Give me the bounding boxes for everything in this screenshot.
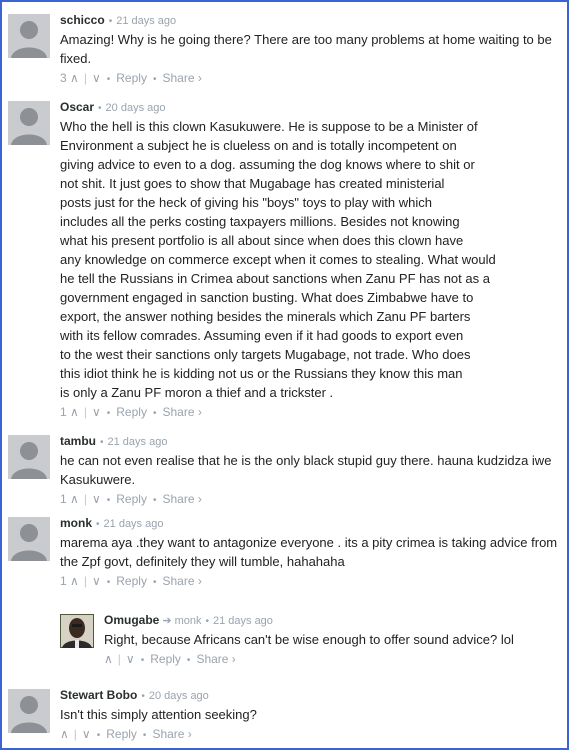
downvote-icon[interactable]: ∨ bbox=[92, 574, 101, 588]
comment-text-line: what his present portfolio is all about … bbox=[60, 233, 464, 248]
author-name[interactable]: Oscar bbox=[60, 100, 94, 114]
reply-button[interactable]: Reply bbox=[116, 71, 147, 85]
comment-text: marema aya .they want to antagonize ever… bbox=[60, 533, 563, 571]
timestamp[interactable]: 21 days ago bbox=[108, 436, 168, 448]
comment-text: Right, because Africans can't be wise en… bbox=[104, 630, 563, 649]
comment-actions: ∧ | ∨ • Reply • Share › bbox=[60, 727, 192, 741]
parent-author-link[interactable]: monk bbox=[175, 615, 202, 627]
comment-text: Isn't this simply attention seeking? bbox=[60, 705, 563, 724]
share-button[interactable]: Share › bbox=[162, 574, 201, 588]
upvote-icon[interactable]: ∧ bbox=[70, 492, 79, 506]
author-name[interactable]: schicco bbox=[60, 13, 105, 27]
comment-text-line: this idiot think he is kidding not us or… bbox=[60, 366, 463, 381]
comment-text-line: giving advice to even to a dog. assuming… bbox=[60, 157, 475, 172]
comment-text-line: Kasukuwere. bbox=[60, 472, 136, 487]
reply-button[interactable]: Reply bbox=[116, 492, 147, 506]
reply-arrow-icon: ➔ bbox=[162, 615, 172, 627]
upvote-icon[interactable]: ∧ bbox=[70, 405, 79, 419]
author-name[interactable]: tambu bbox=[60, 434, 96, 448]
share-button[interactable]: Share › bbox=[162, 405, 201, 419]
share-button[interactable]: Share › bbox=[162, 492, 201, 506]
vote-count: 1 bbox=[60, 405, 67, 419]
comment-text-line: Environment a subject he is clueless on … bbox=[60, 138, 457, 153]
reply-button[interactable]: Reply bbox=[106, 727, 137, 741]
comment-actions: 1 ∧ | ∨ • Reply • Share › bbox=[60, 492, 202, 506]
comment-text-line: export, the answer nothing besides the m… bbox=[60, 309, 471, 324]
share-button[interactable]: Share › bbox=[152, 727, 191, 741]
upvote-icon[interactable]: ∧ bbox=[70, 71, 79, 85]
timestamp[interactable]: 20 days ago bbox=[106, 102, 166, 114]
downvote-icon[interactable]: ∨ bbox=[92, 405, 101, 419]
comment-text-line: not shit. It just goes to show that Muga… bbox=[60, 176, 445, 191]
share-button[interactable]: Share › bbox=[196, 652, 235, 666]
meta-separator: • bbox=[108, 16, 113, 27]
reply-button[interactable]: Reply bbox=[116, 405, 147, 419]
comment-text-line: is only a Zanu PF moron a thief and a tr… bbox=[60, 385, 334, 400]
vote-count: 1 bbox=[60, 492, 67, 506]
avatar[interactable] bbox=[8, 101, 50, 145]
comment-body: Omugabe ➔ monk • 21 days ago Right, because … bbox=[104, 612, 563, 667]
comment-actions: ∧ | ∨ • Reply • Share › bbox=[104, 652, 236, 666]
comments-thread: schicco • 21 days ago Amazing! Why is he g… bbox=[0, 0, 569, 750]
avatar[interactable] bbox=[8, 435, 50, 479]
downvote-icon[interactable]: ∨ bbox=[82, 727, 91, 741]
timestamp[interactable]: 20 days ago bbox=[149, 690, 209, 702]
comment-text: Amazing! Why is he going there? There ar… bbox=[60, 30, 563, 68]
comment-text-line: he tell the Russians in Crimea about san… bbox=[60, 271, 490, 286]
comment-text: Who the hell is this clown Kasukuwere. H… bbox=[60, 117, 563, 402]
comment-text-line: Amazing! Why is he going there? There ar… bbox=[60, 32, 552, 47]
comment-text-line: any knowledge on commerce except when it… bbox=[60, 252, 496, 267]
meta-separator: • bbox=[100, 437, 104, 448]
timestamp[interactable]: 21 days ago bbox=[213, 615, 273, 627]
downvote-icon[interactable]: ∨ bbox=[92, 71, 101, 85]
downvote-icon[interactable]: ∨ bbox=[126, 652, 135, 666]
downvote-icon[interactable]: ∨ bbox=[92, 492, 101, 506]
meta-separator: • bbox=[141, 691, 145, 702]
comment-actions: 3 ∧ | ∨ • Reply • Share › bbox=[60, 71, 202, 85]
meta-separator: • bbox=[98, 103, 102, 114]
reply-button[interactable]: Reply bbox=[150, 652, 181, 666]
comment-text-line: Isn't this simply attention seeking? bbox=[60, 707, 257, 722]
timestamp[interactable]: 21 days ago bbox=[104, 518, 164, 530]
avatar[interactable] bbox=[8, 689, 50, 733]
comment-text: he can not even realise that he is the o… bbox=[60, 451, 563, 489]
comment-text-line: government engaged in sanction busting. … bbox=[60, 290, 474, 305]
comment-text-line: fixed. bbox=[60, 51, 92, 66]
comment-text-line: Right, because Africans can't be wise en… bbox=[104, 632, 514, 647]
avatar[interactable] bbox=[8, 14, 50, 58]
comment-body: tambu • 21 days ago he can not even realis… bbox=[60, 433, 563, 507]
comment-actions: 1 ∧ | ∨ • Reply • Share › bbox=[60, 405, 202, 419]
comment-text-line: he can not even realise that he is the o… bbox=[60, 453, 552, 468]
comment-text-line: the Zpf govt, definitely they will tumbl… bbox=[60, 554, 345, 569]
upvote-icon[interactable]: ∧ bbox=[104, 652, 113, 666]
comment-actions: 1 ∧ | ∨ • Reply • Share › bbox=[60, 574, 202, 588]
comment-body: monk • 21 days ago marema aya .they want t… bbox=[60, 515, 563, 589]
avatar[interactable] bbox=[60, 614, 94, 648]
meta-separator: • bbox=[96, 519, 100, 530]
upvote-icon[interactable]: ∧ bbox=[70, 574, 79, 588]
comment-text-line: marema aya .they want to antagonize ever… bbox=[60, 535, 558, 550]
comment-text-line: to the west their sanctions only targets… bbox=[60, 347, 471, 362]
author-name[interactable]: Omugabe bbox=[104, 613, 159, 627]
author-name[interactable]: Stewart Bobo bbox=[60, 688, 137, 702]
comment-text-line: includes all the perks costing taxpayers… bbox=[60, 214, 460, 229]
comment-text-line: with its fellow comrades. Assuming even … bbox=[60, 328, 464, 343]
author-name[interactable]: monk bbox=[60, 516, 92, 530]
comment-body: schicco • 21 days ago Amazing! Why is he g… bbox=[60, 12, 563, 86]
meta-separator: • bbox=[205, 616, 209, 627]
upvote-icon[interactable]: ∧ bbox=[60, 727, 69, 741]
reply-button[interactable]: Reply bbox=[116, 574, 147, 588]
vote-count: 3 bbox=[60, 71, 67, 85]
avatar[interactable] bbox=[8, 517, 50, 561]
comment-text-line: Who the hell is this clown Kasukuwere. H… bbox=[60, 119, 478, 134]
timestamp[interactable]: 21 days ago bbox=[116, 15, 176, 27]
comment-body: Oscar • 20 days ago Who the hell is this c… bbox=[60, 99, 563, 420]
comment-body: Stewart Bobo • 20 days ago Isn't this simp… bbox=[60, 687, 563, 742]
share-button[interactable]: Share › bbox=[162, 71, 201, 85]
vote-count: 1 bbox=[60, 574, 67, 588]
comment-text-line: posts just for the heck of giving his "b… bbox=[60, 195, 432, 210]
